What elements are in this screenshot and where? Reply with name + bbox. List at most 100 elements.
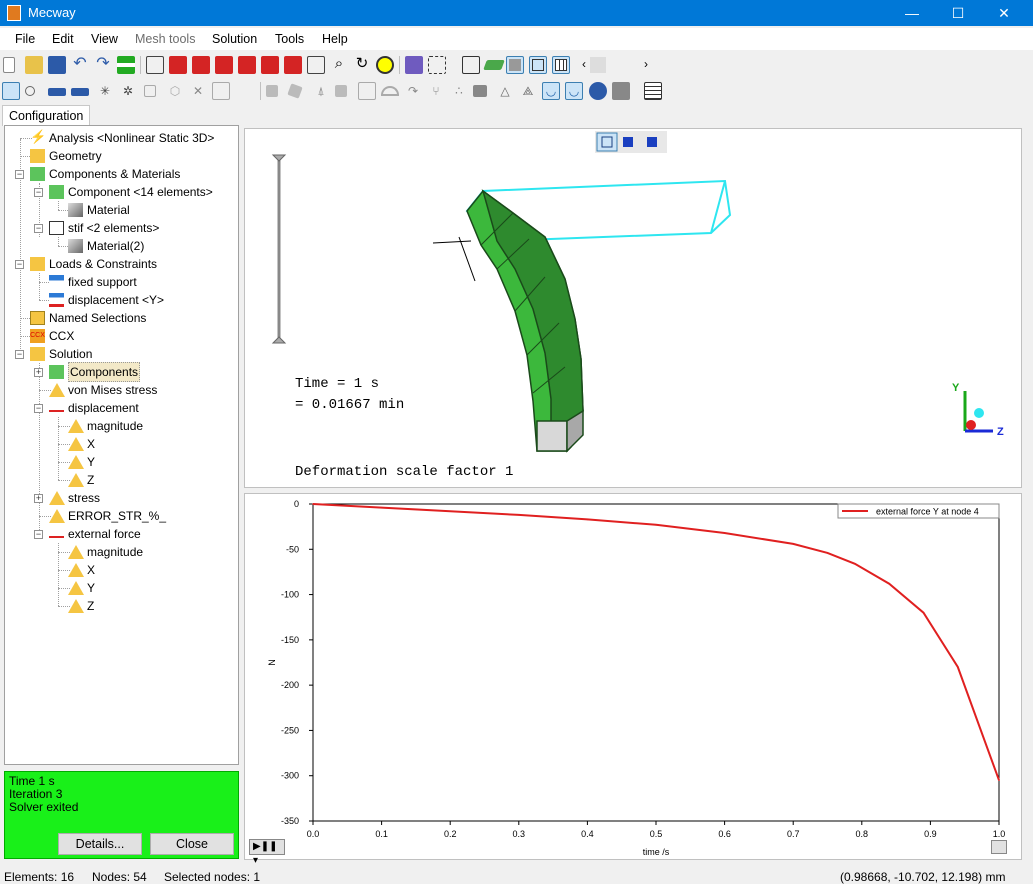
- zoom-fit-icon[interactable]: [376, 56, 394, 74]
- smooth-icon[interactable]: ◡: [542, 82, 560, 100]
- reflect-icon[interactable]: ⍋: [312, 82, 330, 100]
- axes-triad: Y Z: [952, 382, 1004, 438]
- merge-icon[interactable]: ∴: [450, 82, 468, 100]
- menu-edit[interactable]: Edit: [52, 32, 74, 46]
- film-icon[interactable]: [612, 82, 630, 100]
- expander[interactable]: −: [15, 260, 24, 269]
- solve-icon[interactable]: [117, 56, 135, 74]
- refine-icon[interactable]: [473, 85, 487, 97]
- mesh-lines-icon[interactable]: [552, 56, 570, 74]
- menu-file[interactable]: File: [15, 32, 35, 46]
- revolve-icon[interactable]: [381, 86, 399, 96]
- wireframe-icon[interactable]: [529, 56, 547, 74]
- copy-icon[interactable]: [266, 85, 278, 97]
- redo-icon[interactable]: ↷: [94, 56, 112, 74]
- rotate-mesh-icon[interactable]: [287, 83, 303, 99]
- result-graph[interactable]: 0.0 0.1 0.2 0.3 0.4 0.5 0.6 0.7 0.8 0.9 1.0 0 -50 -10…: [244, 493, 1022, 866]
- select-icon[interactable]: [2, 82, 20, 100]
- y-tick-label: -250: [281, 725, 299, 735]
- y-tick-label: -100: [281, 590, 299, 600]
- menu-mesh-tools[interactable]: Mesh tools: [135, 32, 195, 46]
- close-button[interactable]: Close: [150, 833, 234, 855]
- tab-configuration[interactable]: Configuration: [2, 105, 91, 126]
- color-icon[interactable]: [589, 82, 607, 100]
- data-point: [655, 524, 657, 526]
- undo-icon[interactable]: ↶: [71, 56, 89, 74]
- save-icon[interactable]: [48, 56, 66, 74]
- graph-options-button[interactable]: [991, 840, 1007, 854]
- x-tick-label: 0.2: [444, 829, 457, 839]
- view-right-icon[interactable]: [238, 56, 256, 74]
- app-icon: [7, 5, 21, 21]
- rotate-center-icon[interactable]: [428, 56, 446, 74]
- expander[interactable]: −: [34, 188, 43, 197]
- expander[interactable]: −: [15, 350, 24, 359]
- legend-label: external force Y at node 4: [876, 507, 979, 517]
- result-icon: [49, 491, 65, 505]
- view-top-icon[interactable]: [261, 56, 279, 74]
- scroll-right-icon[interactable]: ›: [637, 56, 655, 74]
- x-tick-label: 0.8: [856, 829, 869, 839]
- view-front-icon[interactable]: [169, 56, 187, 74]
- expander[interactable]: −: [15, 170, 24, 179]
- mirror-icon[interactable]: [212, 82, 230, 100]
- view-left-icon[interactable]: [215, 56, 233, 74]
- plot-area: [312, 503, 1000, 822]
- expander[interactable]: −: [34, 224, 43, 233]
- menu-help[interactable]: Help: [322, 32, 348, 46]
- rotate-icon[interactable]: ↻: [353, 56, 371, 74]
- force-arrow: [432, 236, 476, 282]
- scatter-icon[interactable]: ✲: [119, 82, 137, 100]
- x-tick-label: 0.3: [513, 829, 526, 839]
- extrude-icon[interactable]: [358, 82, 376, 100]
- y-tick-label: 0: [294, 499, 299, 509]
- scale-icon[interactable]: [335, 85, 347, 97]
- close-window-button[interactable]: ✕: [981, 0, 1027, 26]
- view-bottom-icon[interactable]: [284, 56, 302, 74]
- menu-view[interactable]: View: [91, 32, 118, 46]
- delete-icon[interactable]: ✕: [189, 82, 207, 100]
- split-icon[interactable]: ⑂: [427, 82, 445, 100]
- tab-bar: Configuration: [0, 103, 1033, 126]
- details-button[interactable]: Details...: [58, 833, 142, 855]
- tet-icon[interactable]: ⟁: [519, 82, 537, 100]
- solid-render-icon[interactable]: [506, 56, 524, 74]
- minimize-button[interactable]: —: [889, 0, 935, 26]
- table-icon[interactable]: [644, 82, 662, 100]
- section-icon[interactable]: [462, 56, 480, 74]
- sweep-icon[interactable]: ↷: [404, 82, 422, 100]
- zoom-icon[interactable]: ⌕: [330, 56, 348, 74]
- material-icon: [68, 239, 83, 253]
- view-mode-buttons[interactable]: [595, 131, 667, 153]
- new-file-icon[interactable]: [3, 57, 15, 73]
- vector-result-icon: [49, 530, 64, 538]
- select-element-icon[interactable]: [48, 88, 66, 96]
- zoom-window-icon[interactable]: [307, 56, 325, 74]
- data-point: [922, 611, 925, 614]
- select-face-icon[interactable]: [71, 88, 89, 96]
- menu-tools[interactable]: Tools: [275, 32, 304, 46]
- view-iso-icon[interactable]: [146, 56, 164, 74]
- maximize-button[interactable]: ☐: [935, 0, 981, 26]
- expander[interactable]: +: [34, 494, 43, 503]
- play-pause-button[interactable]: ▶❚❚ ▾: [249, 839, 285, 866]
- explode-icon[interactable]: ✳: [96, 82, 114, 100]
- box-icon[interactable]: [144, 85, 156, 97]
- pan-icon[interactable]: [405, 56, 423, 74]
- toolbar-scroll-track[interactable]: [590, 57, 606, 73]
- smooth-all-icon[interactable]: ◡: [565, 82, 583, 100]
- model-view[interactable]: Y Z Time = 1 s = 0.01667 min Deformation…: [244, 128, 1022, 488]
- surface-icon[interactable]: [483, 60, 505, 70]
- element-count: Elements: 16: [4, 870, 75, 884]
- expander[interactable]: −: [34, 530, 43, 539]
- expander[interactable]: +: [34, 368, 43, 377]
- expander[interactable]: −: [34, 404, 43, 413]
- cube-icon[interactable]: ⬡: [166, 82, 184, 100]
- menu-solution[interactable]: Solution: [212, 32, 257, 46]
- animation-slider[interactable]: [271, 154, 287, 344]
- select-node-icon[interactable]: [25, 86, 35, 96]
- triangle-icon[interactable]: △: [496, 82, 514, 100]
- configuration-tree: − − − − − + − + − ⚡ Analysis <Nonlinear S…: [4, 125, 239, 765]
- open-folder-icon[interactable]: [25, 56, 43, 74]
- view-back-icon[interactable]: [192, 56, 210, 74]
